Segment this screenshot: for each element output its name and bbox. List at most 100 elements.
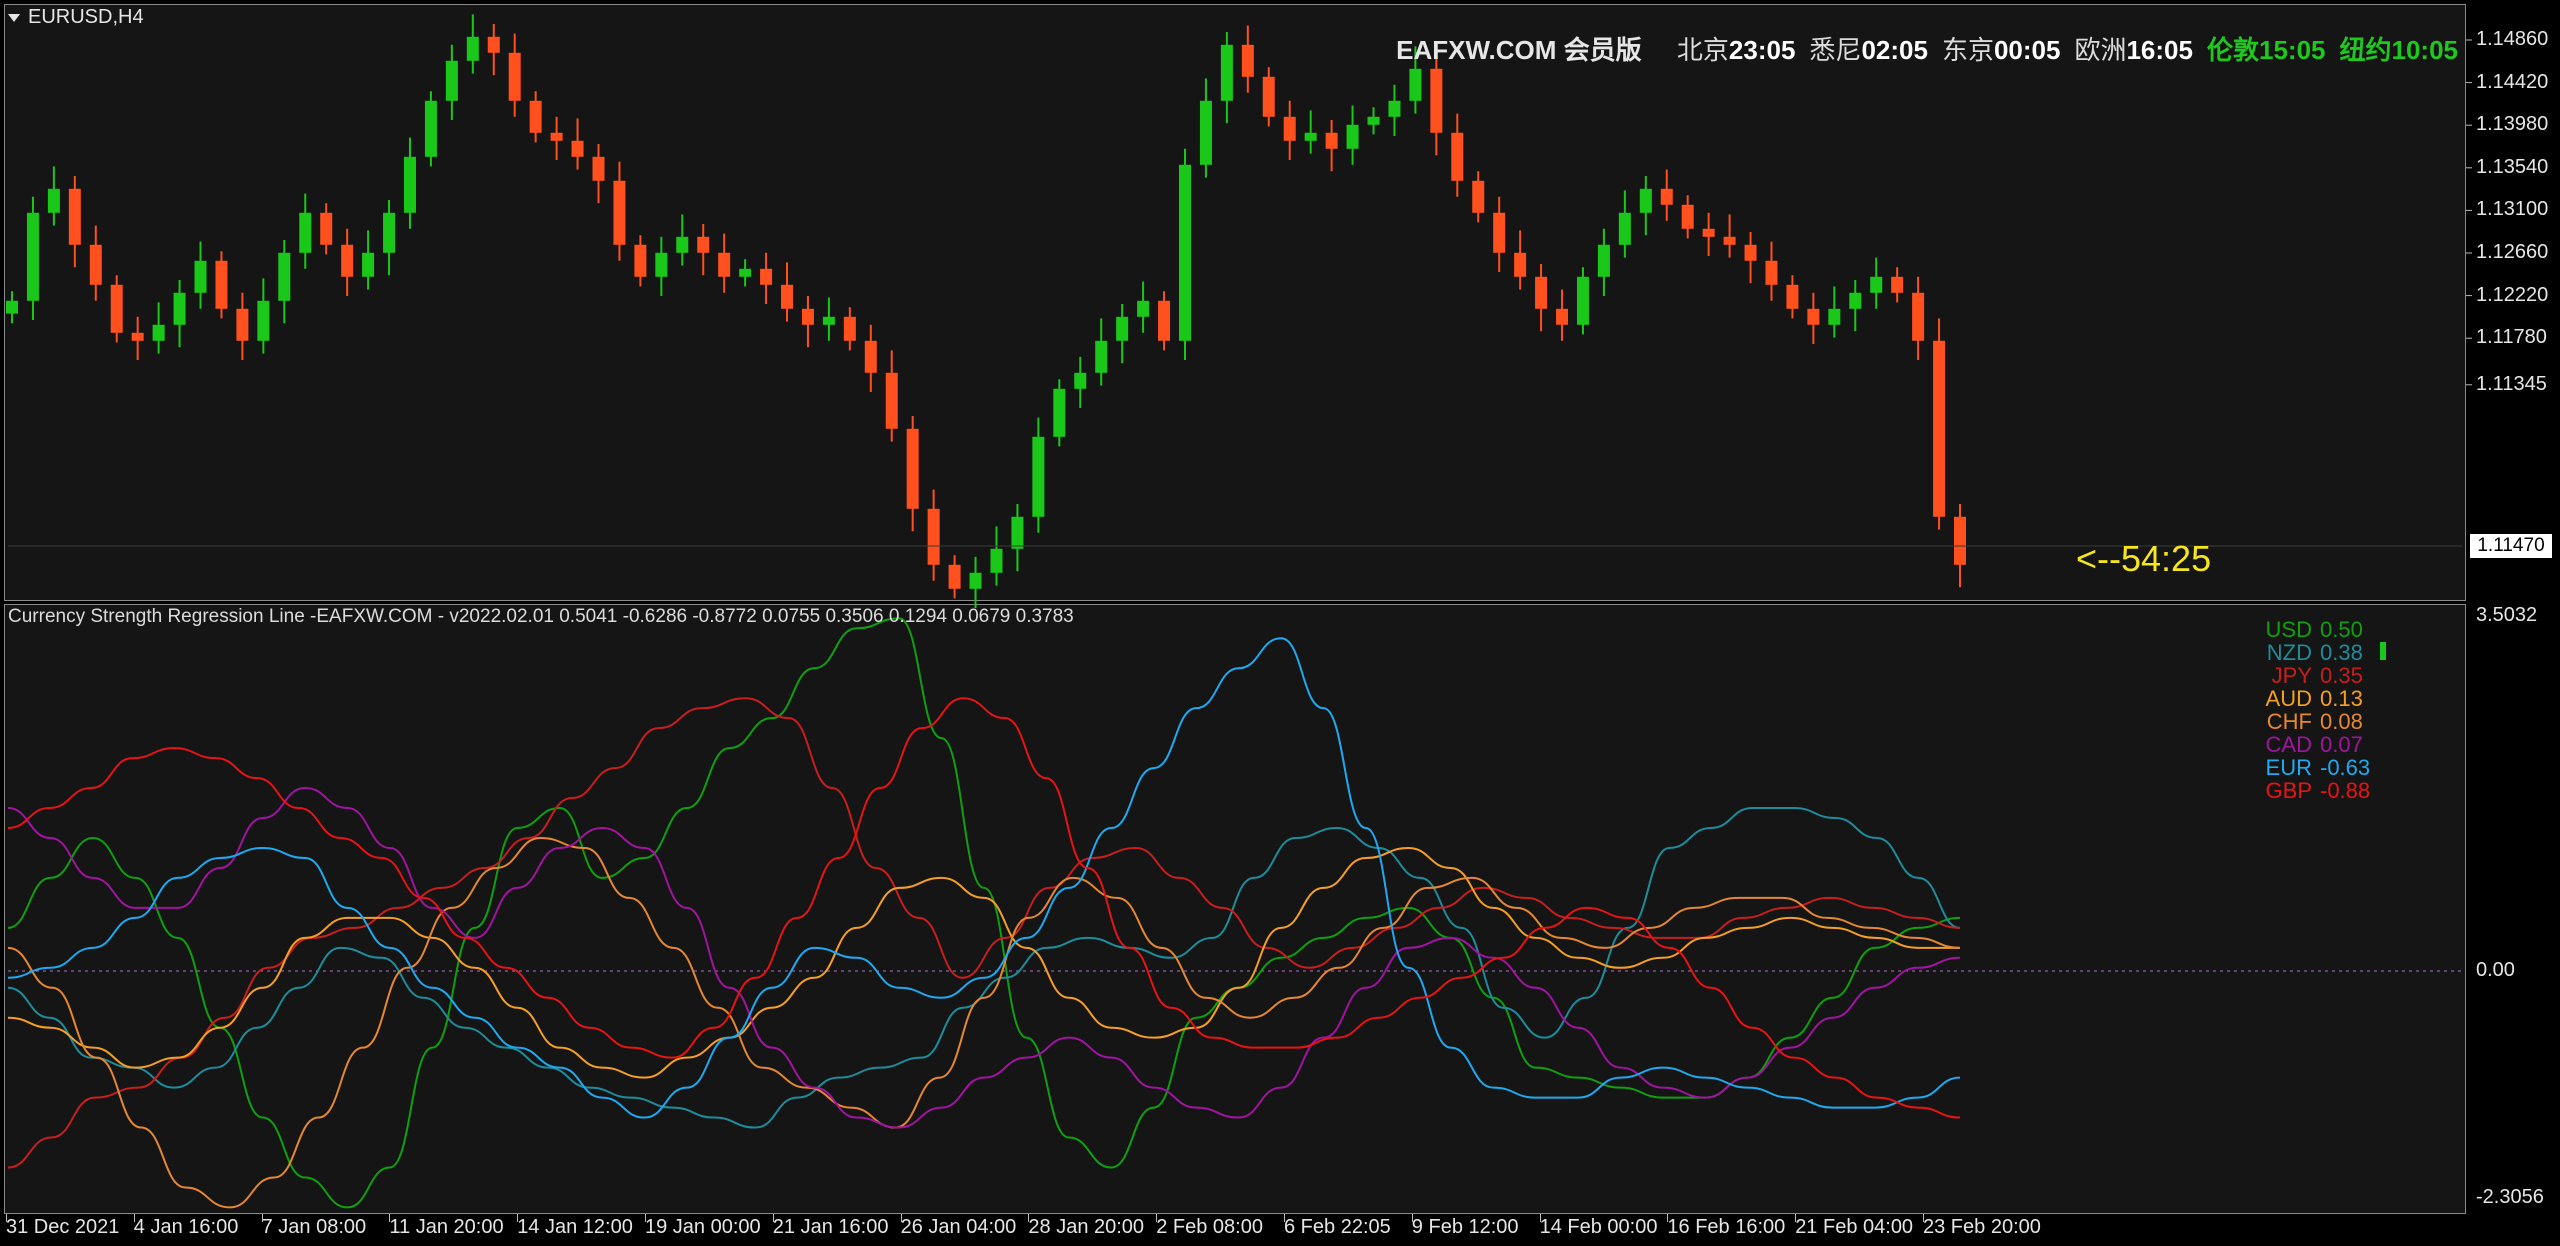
time-tick — [261, 1214, 263, 1222]
clock-zone-time: 15:05 — [2258, 35, 2326, 65]
strength-line-eur — [7, 637, 1961, 1119]
legend-currency: EUR — [2265, 755, 2312, 780]
time-tick — [772, 1214, 774, 1222]
time-tick-label: 14 Feb 00:00 — [1539, 1216, 1658, 1238]
time-tick-label: 2 Feb 08:00 — [1156, 1216, 1263, 1238]
clock-zone: 东京00:05 — [1942, 35, 2061, 65]
strength-line-chf — [7, 836, 1961, 1209]
time-tick — [1539, 1214, 1541, 1222]
candle-body — [760, 268, 773, 285]
candle-body — [1367, 116, 1380, 125]
symbol-label[interactable]: EURUSD,H4 — [8, 6, 144, 29]
price-tick-label: 1.12220 — [2476, 283, 2549, 306]
clock-zone-label: 北京 — [1676, 35, 1729, 65]
candle-body — [424, 100, 437, 157]
time-tick-label: 23 Feb 20:00 — [1923, 1216, 2041, 1238]
time-tick-label: 14 Jan 12:00 — [517, 1216, 633, 1238]
legend-value: 0.13 — [2320, 686, 2363, 711]
clock-zone-label: 东京 — [1941, 35, 1994, 65]
legend-value: 0.50 — [2320, 617, 2363, 642]
clock-zone-time: 00:05 — [1993, 35, 2061, 65]
candle-body — [843, 316, 856, 341]
candle-body — [1618, 212, 1631, 245]
indicator-tick-label: 3.5032 — [2476, 604, 2538, 626]
candle-body — [781, 284, 794, 309]
strength-bar — [2380, 642, 2386, 660]
time-tick-label: 9 Feb 12:00 — [1411, 1216, 1519, 1238]
candle-body — [1639, 188, 1652, 213]
candle-body — [1912, 292, 1925, 341]
candle-body — [1765, 260, 1778, 285]
candle-body — [1430, 68, 1443, 133]
clock-zone-label: 伦敦 — [2206, 35, 2259, 65]
time-tick — [1156, 1214, 1158, 1222]
candle-body — [1095, 340, 1108, 373]
candle-body — [1891, 276, 1904, 293]
candle-body — [1535, 276, 1548, 309]
candle-body — [362, 252, 375, 277]
candle-body — [1011, 516, 1024, 549]
time-tick-label: 26 Jan 04:00 — [900, 1216, 1017, 1238]
candle-body — [1786, 284, 1799, 309]
time-tick-label: 11 Jan 20:00 — [389, 1216, 504, 1238]
legend-value: 0.07 — [2320, 732, 2363, 757]
candle-body — [278, 252, 291, 301]
price-tick-label: 1.13100 — [2476, 198, 2549, 221]
candle-body — [257, 300, 270, 341]
time-tick — [6, 1214, 7, 1222]
time-tick-label: 16 Feb 16:00 — [1667, 1216, 1786, 1238]
candle-body — [6, 300, 18, 314]
clock-zone: 欧洲16:05 — [2074, 35, 2193, 65]
time-tick — [1923, 1214, 1924, 1222]
candle-body — [1304, 132, 1317, 141]
candle-body — [739, 268, 752, 277]
clock-zone: 悉尼02:05 — [1809, 35, 1928, 65]
candle-body — [1681, 204, 1694, 229]
symbol-text: EURUSD,H4 — [28, 6, 144, 28]
legend-value: 0.08 — [2320, 709, 2363, 734]
legend-value: 0.35 — [2320, 663, 2363, 688]
candle-body — [592, 156, 605, 181]
candle-body — [68, 188, 81, 245]
candle-body — [1325, 132, 1338, 149]
legend-value: -0.63 — [2320, 755, 2371, 780]
indicator-tick-label: -2.3056 — [2476, 1186, 2544, 1208]
candle-body — [655, 252, 668, 277]
current-price-label: 1.11470 — [2470, 534, 2552, 558]
candle-body — [864, 340, 877, 373]
candle-body — [466, 36, 479, 61]
candle-body — [487, 36, 500, 53]
candle-body — [131, 332, 144, 341]
legend-row-chf: CHF 0.08 — [2240, 710, 2370, 733]
time-tick-label: 21 Feb 04:00 — [1795, 1216, 1914, 1238]
candle-body — [1870, 276, 1883, 293]
time-tick — [389, 1214, 391, 1222]
candle-body — [969, 572, 982, 589]
candle-body — [1053, 388, 1066, 437]
indicator-title: Currency Strength Regression Line -EAFXW… — [8, 606, 1074, 627]
legend-currency: CHF — [2266, 709, 2312, 734]
candle-body — [1807, 308, 1820, 325]
site-label: EAFXW.COM 会员版 — [1396, 35, 1642, 65]
price-tick-label: 1.12660 — [2476, 241, 2549, 263]
candle-body — [1828, 308, 1841, 325]
candle-body — [1933, 340, 1946, 517]
candle-body — [1262, 76, 1275, 117]
clock-zone-label: 悉尼 — [1809, 35, 1862, 65]
candle-body — [948, 564, 961, 589]
candle-body — [1702, 228, 1715, 237]
candle-body — [1137, 300, 1150, 317]
legend-currency: USD — [2265, 617, 2312, 642]
candle-body — [1199, 100, 1212, 165]
clock-zone-label: 纽约 — [2339, 35, 2392, 65]
candle-body — [1283, 116, 1296, 141]
time-tick — [1411, 1214, 1413, 1222]
candle-body — [383, 212, 396, 253]
clock-zone-label: 欧洲 — [2074, 35, 2127, 65]
legend-currency: JPY — [2271, 663, 2312, 688]
candle-body — [341, 244, 354, 277]
candle-body — [822, 316, 835, 325]
time-tick — [133, 1214, 135, 1222]
candle-body — [1744, 244, 1757, 261]
candle-body — [906, 428, 919, 509]
